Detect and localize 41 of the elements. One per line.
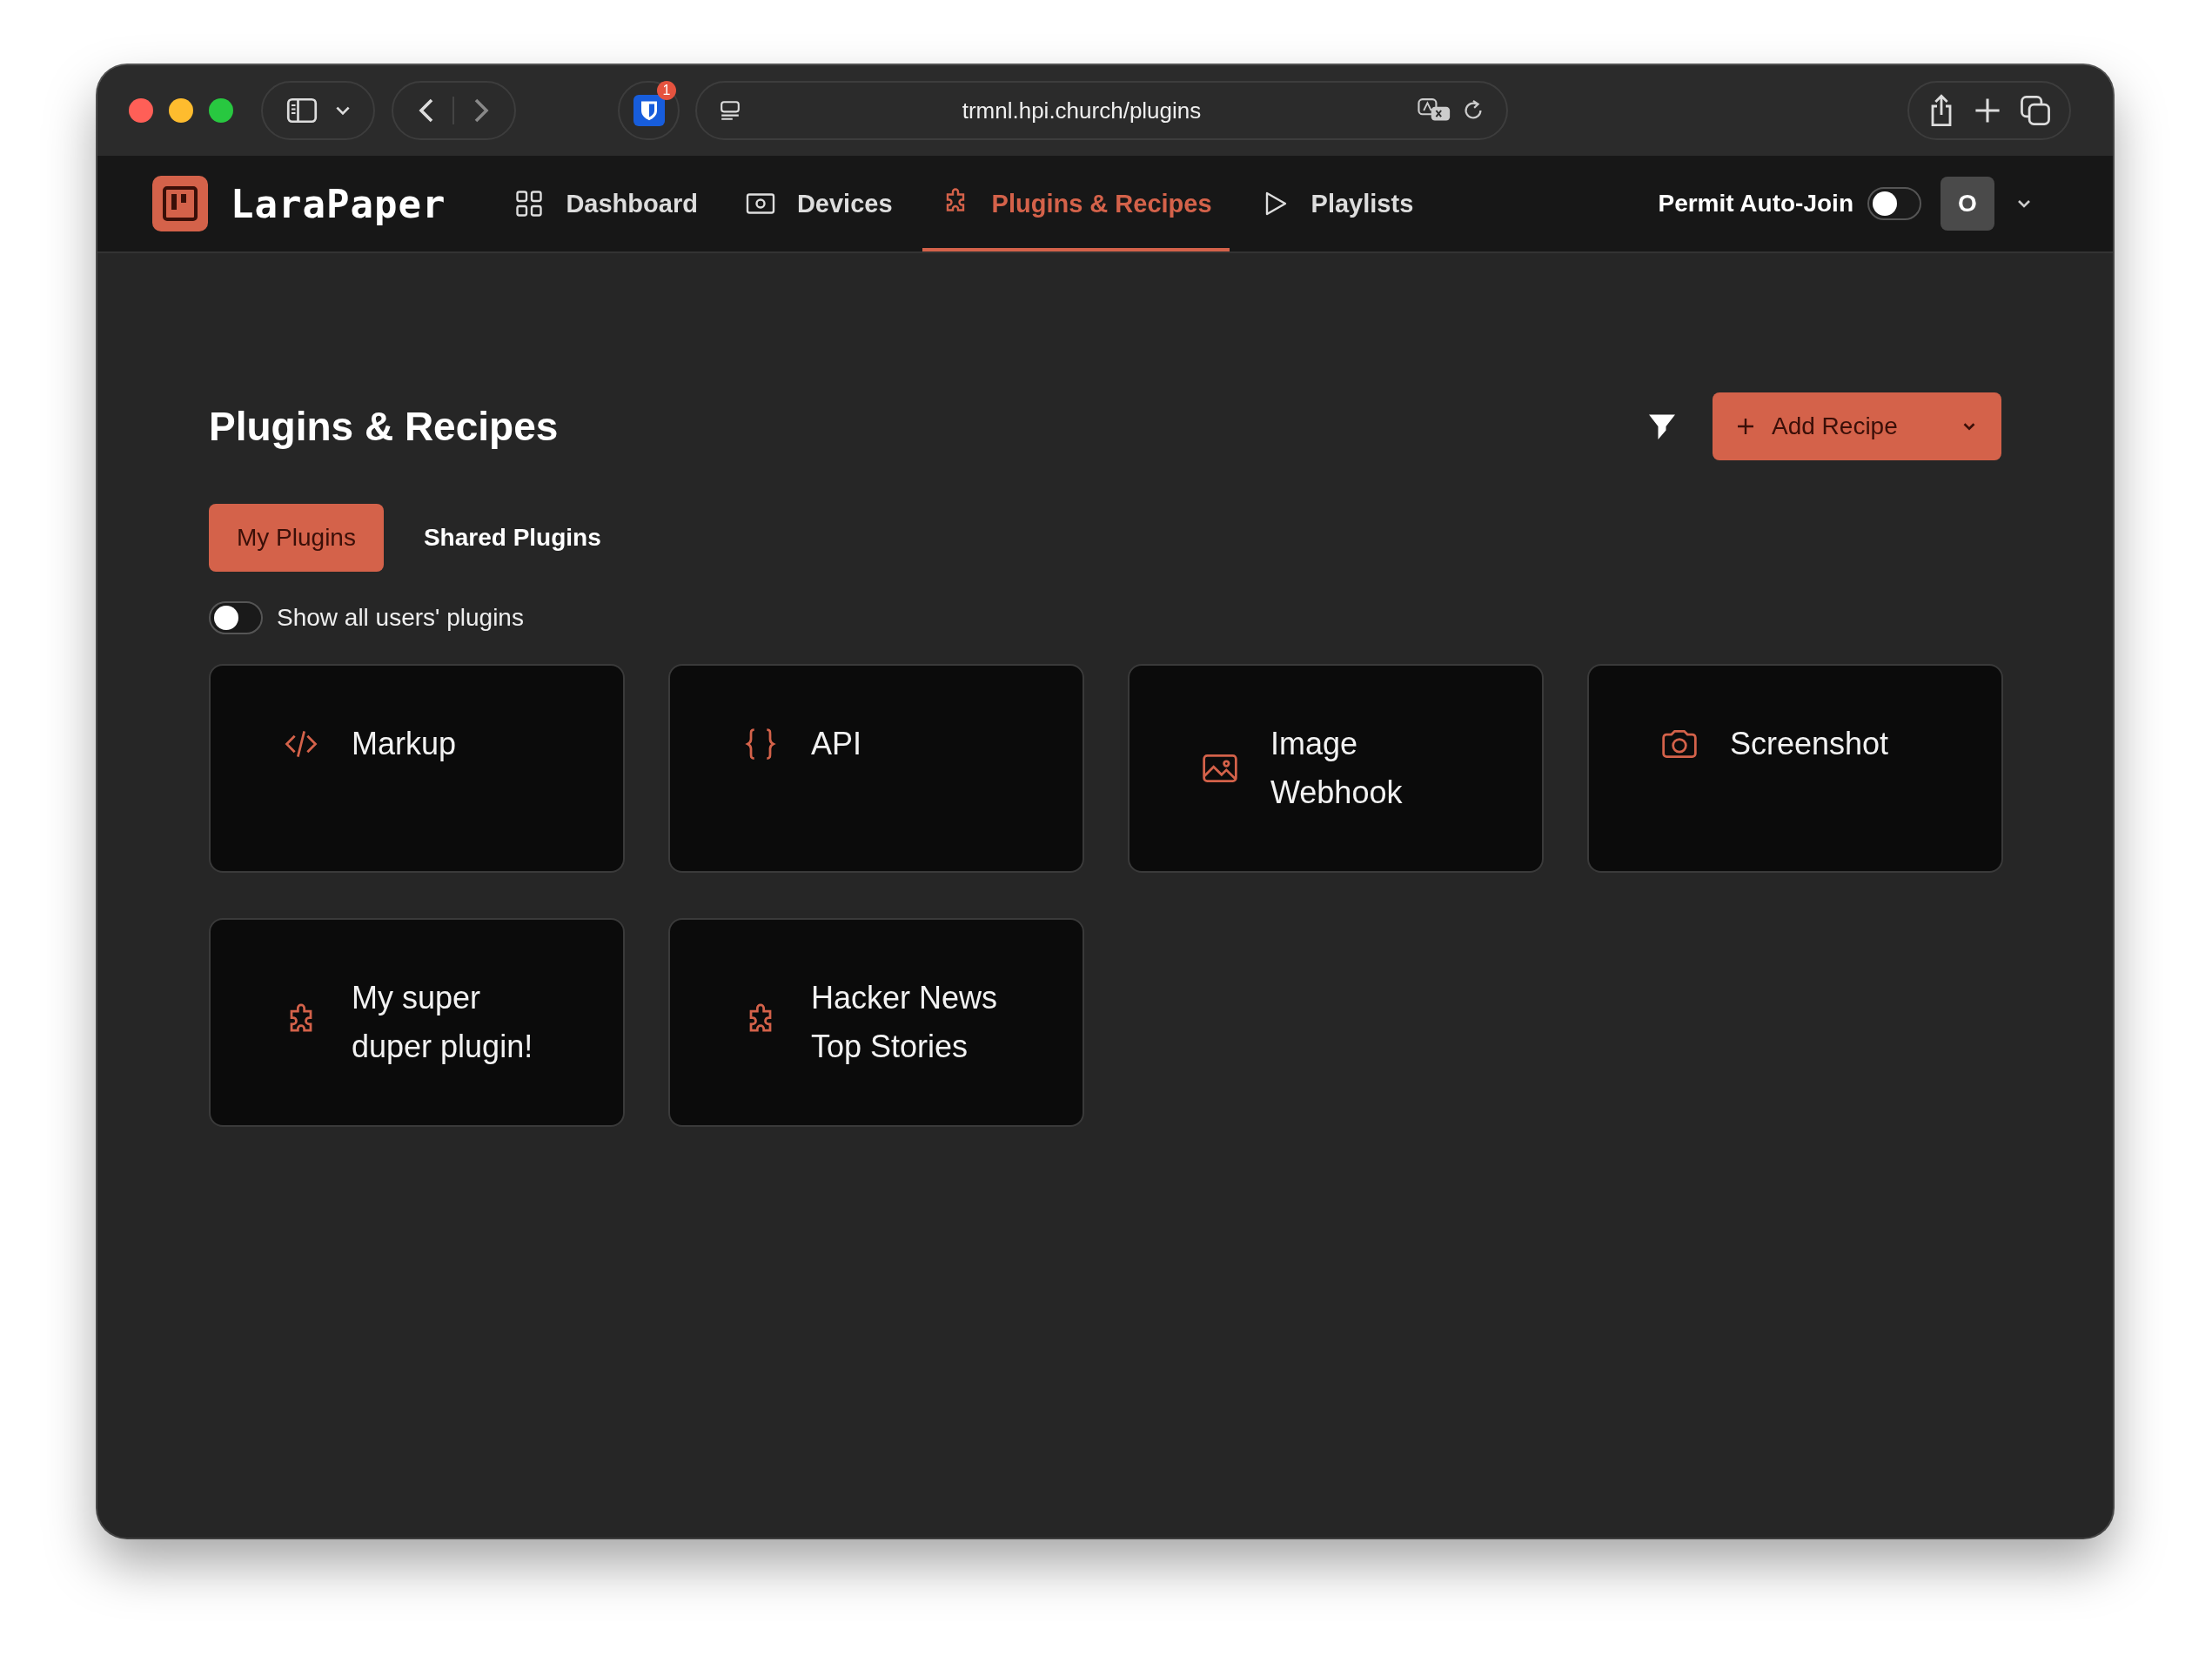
- new-tab-icon[interactable]: [1973, 96, 2002, 125]
- plugin-card[interactable]: Screenshot: [1587, 664, 2003, 873]
- address-bar[interactable]: trmnl.hpi.church/plugins: [695, 81, 1508, 140]
- avatar[interactable]: O: [1941, 177, 1994, 231]
- toggle-switch[interactable]: [209, 601, 263, 634]
- sidebar-toggle-button[interactable]: [261, 81, 375, 140]
- plugin-card[interactable]: Image Webhook: [1128, 664, 1544, 873]
- zoom-window-button[interactable]: [209, 98, 233, 123]
- tabs-overview-icon[interactable]: [2019, 94, 2053, 127]
- plugin-name: My super duper plugin!: [352, 979, 534, 1066]
- chevron-down-icon: [333, 104, 352, 117]
- plus-icon: [1735, 416, 1756, 437]
- nav-link[interactable]: Devices: [727, 156, 910, 251]
- logo-icon: [152, 176, 208, 231]
- tab[interactable]: My Plugins: [209, 504, 384, 572]
- toggle-label: Show all users' plugins: [277, 604, 524, 632]
- tab[interactable]: Shared Plugins: [395, 504, 629, 572]
- minimize-window-button[interactable]: [169, 98, 193, 123]
- url-text: trmnl.hpi.church/plugins: [961, 97, 1203, 124]
- page-menu-icon: [718, 98, 742, 123]
- notification-badge: 1: [657, 81, 676, 100]
- plugin-name: Screenshot: [1730, 725, 1889, 763]
- sidebar-icon: [285, 97, 318, 124]
- brand-name[interactable]: LaraPaper: [231, 181, 446, 226]
- close-window-button[interactable]: [129, 98, 153, 123]
- toggle-label: Permit Auto-Join: [1658, 190, 1853, 218]
- plugin-card[interactable]: My super duper plugin!: [209, 918, 625, 1127]
- plugin-name: API: [811, 725, 862, 763]
- toggle-switch[interactable]: [1867, 187, 1921, 220]
- page-title: Plugins & Recipes: [209, 403, 560, 450]
- plugin-card[interactable]: Hacker News Top Stories: [668, 918, 1084, 1127]
- plugin-name: Image Webhook: [1270, 725, 1404, 812]
- nav-link[interactable]: Plugins & Recipes: [922, 156, 1230, 251]
- nav-link[interactable]: Dashboard: [496, 156, 715, 251]
- shield-extension-button[interactable]: [633, 95, 665, 126]
- plugin-name: Markup: [352, 725, 457, 763]
- plugin-card[interactable]: Markup: [209, 664, 625, 873]
- plugin-card[interactable]: API: [668, 664, 1084, 873]
- add-recipe-button[interactable]: Add Recipe: [1713, 392, 2001, 460]
- plugin-name: Hacker News Top Stories: [811, 979, 999, 1066]
- nav-link[interactable]: Playlists: [1241, 156, 1431, 251]
